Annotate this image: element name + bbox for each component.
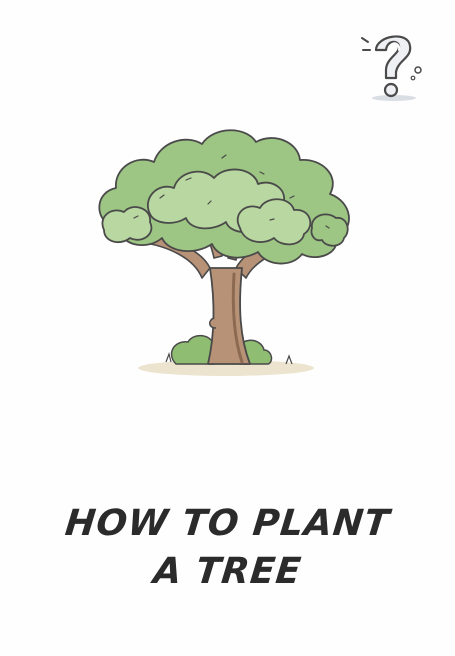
tree-illustration [98, 129, 350, 376]
title-line-2: A TREE [151, 551, 304, 592]
page: HOW TO PLANT A TREE [0, 0, 455, 656]
question-mark-icon [361, 35, 422, 101]
page-title: HOW TO PLANT A TREE [0, 500, 455, 596]
title-line-1: HOW TO PLANT [63, 503, 392, 544]
tree-trunk [207, 267, 251, 365]
